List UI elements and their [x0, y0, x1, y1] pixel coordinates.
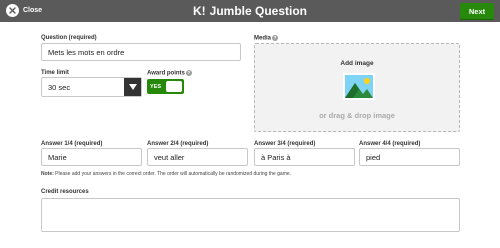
next-button[interactable]: Next: [460, 3, 494, 19]
answer-1-input[interactable]: Marie: [41, 148, 142, 166]
time-limit-label: Time limit: [41, 70, 69, 76]
answer-2-input[interactable]: veut aller: [147, 148, 248, 166]
answer-3-label: Answer 3/4 (required): [254, 141, 316, 147]
chevron-down-icon[interactable]: [124, 78, 141, 96]
answer-2-label: Answer 2/4 (required): [147, 141, 209, 147]
note-text: Please add your answers in the correct o…: [53, 171, 292, 177]
answer-3-input[interactable]: à Paris à: [254, 148, 355, 166]
kahoot-logo: K!: [192, 4, 206, 18]
award-points-label: Award points?: [147, 70, 192, 77]
question-label: Question (required): [41, 35, 97, 41]
top-bar: Close K! Jumble Question Next: [0, 0, 500, 22]
media-dropzone[interactable]: Add image or drag & drop image: [254, 43, 460, 132]
media-label: Media?: [254, 35, 279, 42]
title-wrap: K! Jumble Question: [0, 0, 500, 22]
answer-1-label: Answer 1/4 (required): [41, 141, 103, 147]
credit-resources-label: Credit resources: [41, 189, 89, 195]
info-icon[interactable]: ?: [185, 70, 192, 76]
close-button[interactable]: Close: [6, 4, 42, 17]
time-limit-select[interactable]: 30 sec: [41, 77, 142, 97]
award-points-toggle[interactable]: YES: [147, 79, 184, 94]
credit-resources-input[interactable]: [41, 198, 460, 232]
add-image-label: Add image: [340, 60, 374, 67]
note-prefix: Note:: [41, 171, 54, 177]
toggle-knob: [166, 81, 182, 92]
info-icon[interactable]: ?: [272, 35, 279, 41]
award-points-label-text: Award points: [147, 70, 185, 77]
answer-4-label: Answer 4/4 (required): [359, 141, 421, 147]
time-limit-value: 30 sec: [48, 82, 71, 92]
answer-4-input[interactable]: pied: [359, 148, 460, 166]
question-input[interactable]: Mets les mots en ordre: [41, 43, 241, 61]
answer-order-note: Note: Please add your answers in the cor…: [41, 171, 291, 177]
drag-drop-text: or drag & drop image: [319, 111, 395, 120]
close-icon: [6, 4, 19, 17]
toggle-text: YES: [150, 83, 162, 90]
image-placeholder-icon[interactable]: [343, 73, 375, 100]
close-label: Close: [23, 7, 43, 14]
media-label-text: Media: [254, 35, 272, 42]
page-title: Jumble Question: [209, 4, 308, 18]
